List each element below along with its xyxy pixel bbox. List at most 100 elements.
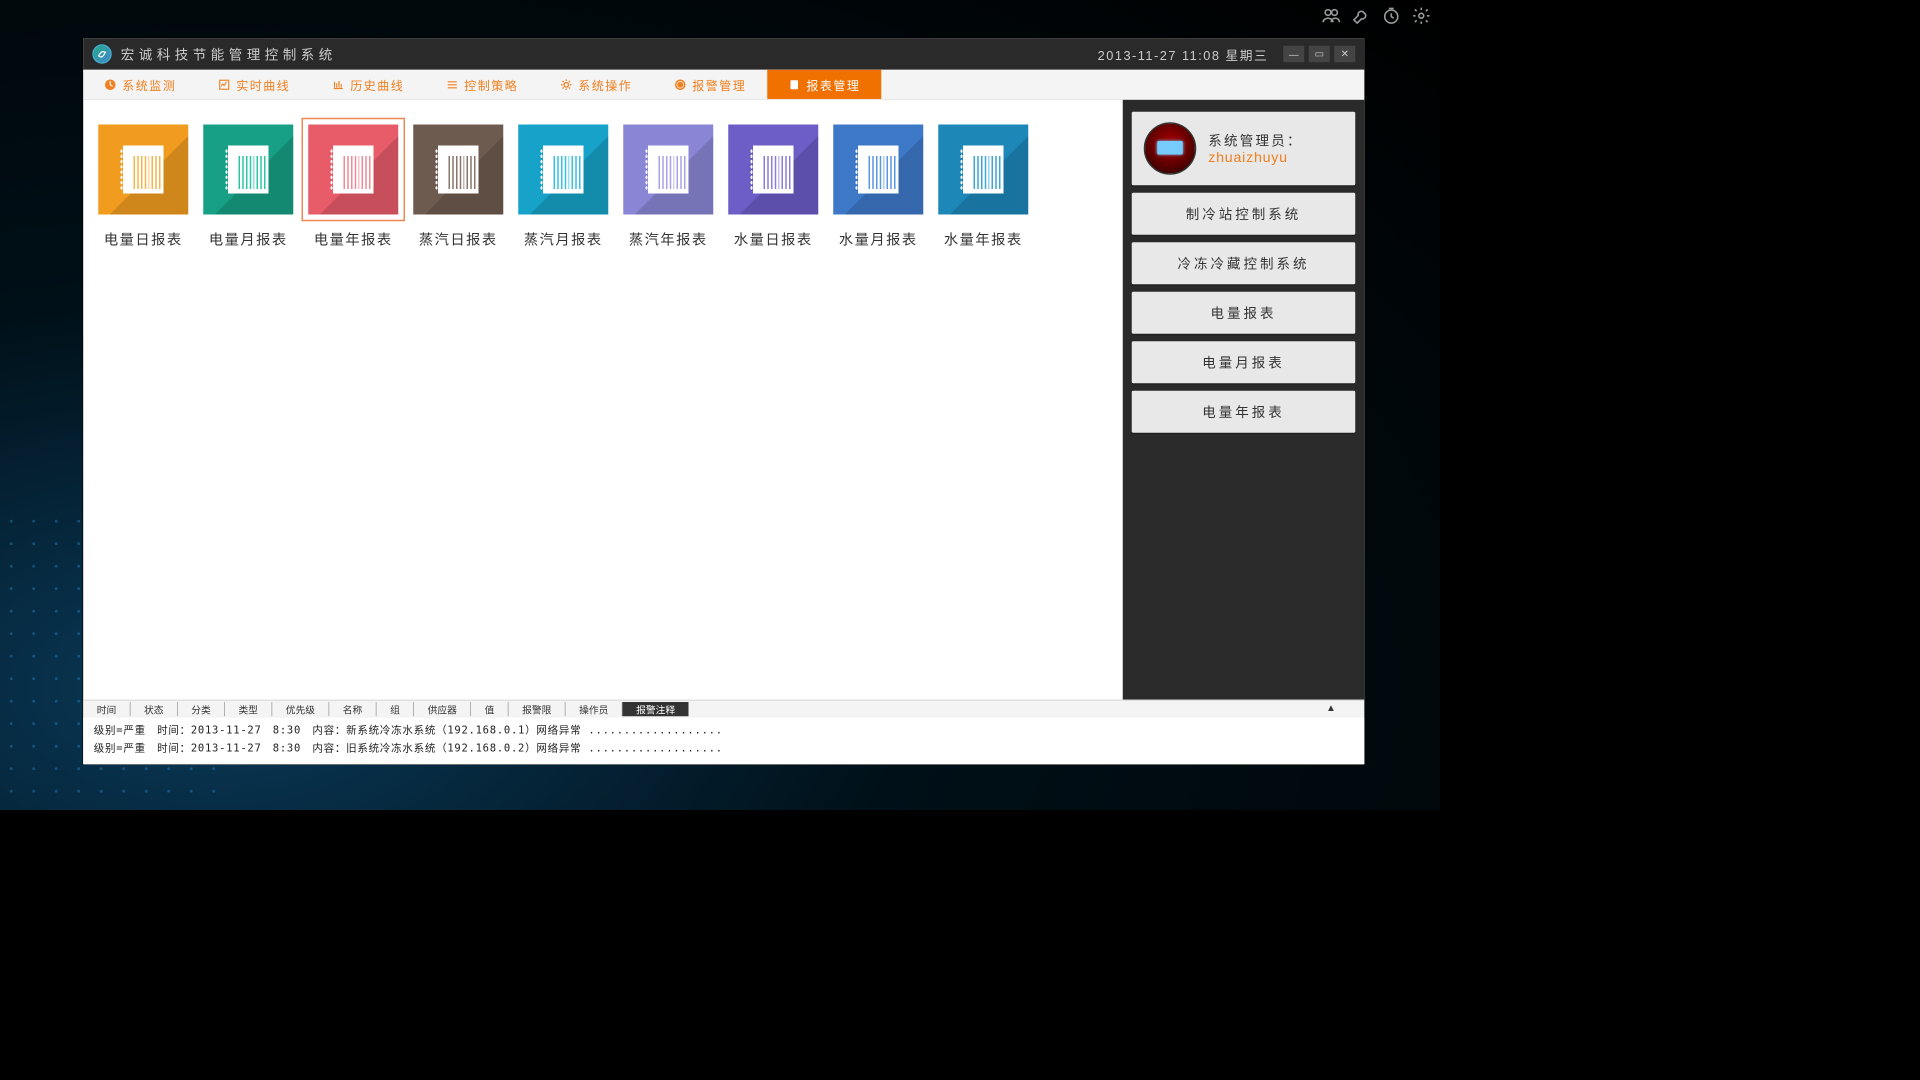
window-controls: — ▭ ✕ <box>1283 46 1355 63</box>
tile-box <box>518 125 608 215</box>
nav-报警管理[interactable]: 报警管理 <box>653 70 767 99</box>
tile-box <box>308 125 398 215</box>
nav-label: 实时曲线 <box>236 75 290 93</box>
tile-label: 水量月报表 <box>839 229 918 249</box>
nav-bar: 系统监测 实时曲线 历史曲线 控制策略 系统操作 报警管理 报表管理 <box>83 70 1364 100</box>
alarm-columns: 时间状态分类类型优先级名称组供应器值报警限操作员报警注释 ▲ <box>83 701 1364 718</box>
alarm-panel: 时间状态分类类型优先级名称组供应器值报警限操作员报警注释 ▲ 级别=严重 时间：2… <box>83 700 1364 765</box>
tile-label: 电量月报表 <box>209 229 288 249</box>
report-tile[interactable]: 电量月报表 <box>203 118 293 249</box>
column-header[interactable]: 值 <box>471 702 509 716</box>
app-title: 宏诚科技节能管理控制系统 <box>121 44 1098 64</box>
nav-label: 控制策略 <box>464 75 518 93</box>
sidebar-button[interactable]: 冷冻冷藏控制系统 <box>1132 242 1356 284</box>
report-tile[interactable]: 水量月报表 <box>833 118 923 249</box>
tile-label: 电量年报表 <box>314 229 393 249</box>
nav-label: 系统操作 <box>578 75 632 93</box>
tile-label: 电量日报表 <box>104 229 183 249</box>
nav-label: 报警管理 <box>692 75 746 93</box>
system-tray <box>1322 6 1432 31</box>
column-header[interactable]: 组 <box>377 702 415 716</box>
report-tile[interactable]: 电量日报表 <box>98 118 188 249</box>
notebook-icon <box>858 146 899 194</box>
tile-label: 水量日报表 <box>734 229 813 249</box>
nav-系统操作[interactable]: 系统操作 <box>539 70 653 99</box>
tile-label: 蒸汽年报表 <box>629 229 708 249</box>
clock-icon[interactable] <box>1382 6 1402 31</box>
nav-label: 历史曲线 <box>350 75 404 93</box>
column-header[interactable]: 供应器 <box>414 702 471 716</box>
close-button[interactable]: ✕ <box>1334 46 1355 63</box>
users-icon[interactable] <box>1322 6 1342 31</box>
notebook-icon <box>753 146 794 194</box>
tile-box <box>98 125 188 215</box>
tile-box <box>413 125 503 215</box>
nav-icon <box>674 78 686 90</box>
user-role-label: 系统管理员： <box>1208 131 1303 151</box>
column-header[interactable]: 操作员 <box>566 702 623 716</box>
wrench-icon[interactable] <box>1352 6 1372 31</box>
sidebar: 系统管理员： zhuaizhuyu 制冷站控制系统冷冻冷藏控制系统电量报表电量月… <box>1123 100 1365 700</box>
minimize-button[interactable]: — <box>1283 46 1304 63</box>
nav-label: 报表管理 <box>806 75 860 93</box>
column-header[interactable]: 名称 <box>329 702 376 716</box>
log-line: 级别=严重 时间：2013-11-27 8:30 内容：新系统冷冻水系统（192… <box>94 721 1354 739</box>
tile-box <box>728 125 818 215</box>
nav-报表管理[interactable]: 报表管理 <box>767 70 881 99</box>
column-header[interactable]: 报警注释 <box>623 702 689 716</box>
nav-icon <box>104 78 116 90</box>
nav-实时曲线[interactable]: 实时曲线 <box>197 70 311 99</box>
nav-icon <box>446 78 458 90</box>
nav-系统监测[interactable]: 系统监测 <box>83 70 197 99</box>
user-card: 系统管理员： zhuaizhuyu <box>1132 112 1356 186</box>
nav-icon <box>218 78 230 90</box>
report-tile[interactable]: 蒸汽年报表 <box>623 118 713 249</box>
notebook-icon <box>228 146 269 194</box>
avatar <box>1144 122 1197 175</box>
sidebar-button[interactable]: 电量年报表 <box>1132 391 1356 433</box>
notebook-icon <box>963 146 1004 194</box>
tile-box <box>203 125 293 215</box>
nav-控制策略[interactable]: 控制策略 <box>425 70 539 99</box>
notebook-icon <box>123 146 164 194</box>
sidebar-button[interactable]: 制冷站控制系统 <box>1132 193 1356 235</box>
column-header[interactable]: 状态 <box>131 702 178 716</box>
report-tile[interactable]: 蒸汽日报表 <box>413 118 503 249</box>
tile-label: 蒸汽日报表 <box>419 229 498 249</box>
tile-box <box>833 125 923 215</box>
column-header[interactable]: 报警限 <box>509 702 566 716</box>
maximize-button[interactable]: ▭ <box>1309 46 1330 63</box>
sidebar-button[interactable]: 电量报表 <box>1132 292 1356 334</box>
notebook-icon <box>543 146 584 194</box>
notebook-icon <box>438 146 479 194</box>
sidebar-button[interactable]: 电量月报表 <box>1132 341 1356 383</box>
tile-label: 蒸汽月报表 <box>524 229 603 249</box>
report-tile[interactable]: 电量年报表 <box>308 118 398 249</box>
app-window: 宏诚科技节能管理控制系统 2013-11-27 11:08 星期三 — ▭ ✕ … <box>83 38 1366 766</box>
nav-icon <box>332 78 344 90</box>
report-tile[interactable]: 水量年报表 <box>938 118 1028 249</box>
column-header[interactable]: 优先级 <box>272 702 329 716</box>
nav-历史曲线[interactable]: 历史曲线 <box>311 70 425 99</box>
nav-icon <box>560 78 572 90</box>
column-header[interactable]: 时间 <box>83 702 130 716</box>
tile-box <box>623 125 713 215</box>
report-tile[interactable]: 水量日报表 <box>728 118 818 249</box>
notebook-icon <box>648 146 689 194</box>
expand-up-icon[interactable]: ▲ <box>1313 702 1350 716</box>
nav-label: 系统监测 <box>122 75 176 93</box>
datetime-display: 2013-11-27 11:08 星期三 <box>1098 45 1269 64</box>
title-bar: 宏诚科技节能管理控制系统 2013-11-27 11:08 星期三 — ▭ ✕ <box>83 38 1364 70</box>
report-grid: 电量日报表 电量月报表 电量年报表 蒸汽日报表 蒸汽月报表 蒸汽年报表 水量日报表 水量月报表… <box>83 100 1123 700</box>
username: zhuaizhuyu <box>1208 150 1303 167</box>
app-logo-icon <box>92 44 112 64</box>
column-header[interactable]: 分类 <box>178 702 225 716</box>
notebook-icon <box>333 146 374 194</box>
log-line: 级别=严重 时间：2013-11-27 8:30 内容：旧系统冷冻水系统（192… <box>94 739 1354 757</box>
nav-icon <box>788 78 800 90</box>
tile-box <box>938 125 1028 215</box>
alarm-log: 级别=严重 时间：2013-11-27 8:30 内容：新系统冷冻水系统（192… <box>83 718 1364 765</box>
report-tile[interactable]: 蒸汽月报表 <box>518 118 608 249</box>
gear-icon[interactable] <box>1412 6 1432 31</box>
column-header[interactable]: 类型 <box>225 702 272 716</box>
